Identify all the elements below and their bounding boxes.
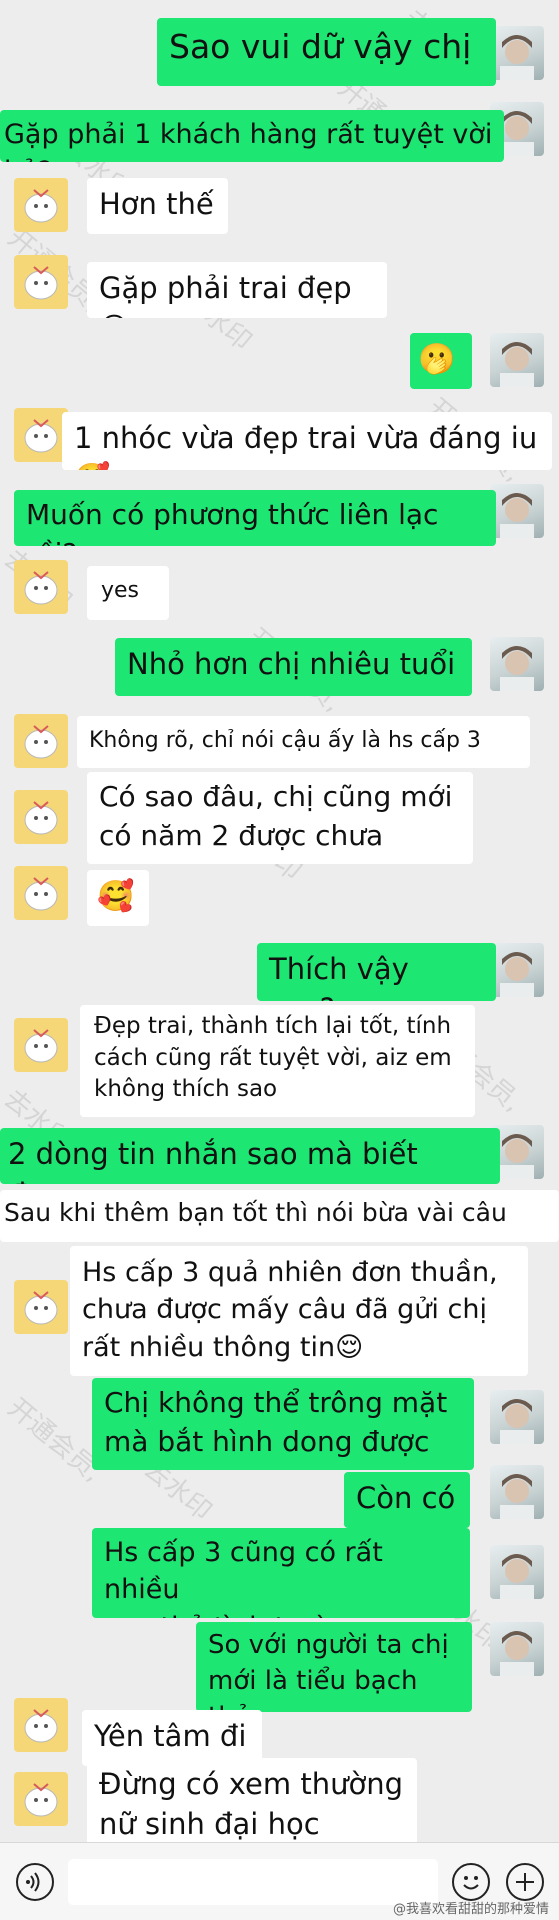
contact-avatar[interactable] <box>14 1018 68 1072</box>
contact-avatar[interactable] <box>14 1772 68 1826</box>
my-avatar[interactable] <box>490 1390 544 1444</box>
message-bubble-received[interactable]: Sau khi thêm bạn tốt thì nói bừa vài câu <box>0 1190 559 1242</box>
message-bubble-sent[interactable]: 🫢 <box>410 333 472 389</box>
message-bubble-sent[interactable]: So với người ta chị mới là tiểu bạch thỏ <box>196 1622 472 1712</box>
message-bubble-sent[interactable]: Chị không thể trông mặt mà bắt hình dong… <box>92 1378 474 1470</box>
message-bubble-received[interactable]: Không rõ, chỉ nói cậu ấy là hs cấp 3 <box>77 716 530 768</box>
message-bubble-received[interactable]: Gặp phải trai đẹp😌 <box>87 262 387 318</box>
message-bubble-sent[interactable]: Hs cấp 3 cũng có rất nhiều cao thủ tình … <box>92 1528 470 1618</box>
contact-avatar[interactable] <box>14 408 68 462</box>
voice-icon[interactable] <box>16 1863 54 1901</box>
message-bubble-received[interactable]: Hs cấp 3 quả nhiên đơn thuần, chưa được … <box>70 1246 528 1376</box>
message-bubble-sent[interactable]: Gặp phải 1 khách hàng rất tuyệt vời hả? <box>0 110 504 162</box>
chat-area[interactable]: 去水印 开通会员, 去水印 开通会员, 去水印 开通会员, 去水印 开通会员, … <box>0 0 559 1850</box>
message-bubble-sent[interactable]: Sao vui dữ vậy chị <box>157 18 496 86</box>
message-bubble-received[interactable]: 🥰 <box>87 870 149 926</box>
message-bubble-received[interactable]: Hơn thế <box>87 178 228 234</box>
contact-avatar[interactable] <box>14 866 68 920</box>
message-bubble-sent[interactable]: Nhỏ hơn chị nhiêu tuổi <box>115 638 472 696</box>
my-avatar[interactable] <box>490 943 544 997</box>
my-avatar[interactable] <box>490 26 544 80</box>
message-bubble-sent[interactable]: 2 dòng tin nhắn sao mà biết được <box>0 1128 500 1184</box>
my-avatar[interactable] <box>490 333 544 387</box>
message-bubble-received[interactable]: Có sao đâu, chị cũng mới có năm 2 được c… <box>87 772 473 864</box>
contact-avatar[interactable] <box>14 255 68 309</box>
my-avatar[interactable] <box>490 1465 544 1519</box>
my-avatar[interactable] <box>490 637 544 691</box>
contact-avatar[interactable] <box>14 1280 68 1334</box>
contact-avatar[interactable] <box>14 1698 68 1752</box>
my-avatar[interactable] <box>490 1622 544 1676</box>
contact-avatar[interactable] <box>14 714 68 768</box>
message-bubble-sent[interactable]: Thích vậy sao? <box>257 943 496 1001</box>
credit-text: @我喜欢看甜甜的那种爱情 <box>392 1902 549 1917</box>
my-avatar[interactable] <box>490 484 544 538</box>
contact-avatar[interactable] <box>14 560 68 614</box>
my-avatar[interactable] <box>490 1545 544 1599</box>
contact-avatar[interactable] <box>14 178 68 232</box>
message-bubble-sent[interactable]: Còn có <box>344 1472 470 1528</box>
contact-avatar[interactable] <box>14 790 68 844</box>
message-bubble-received[interactable]: 1 nhóc vừa đẹp trai vừa đáng iu🥰 <box>62 412 552 470</box>
message-input[interactable] <box>68 1859 438 1905</box>
message-bubble-received[interactable]: Đừng có xem thường nữ sinh đại học <box>87 1758 417 1850</box>
emoji-icon[interactable] <box>452 1863 490 1901</box>
plus-icon[interactable] <box>506 1863 544 1901</box>
message-bubble-received[interactable]: yes <box>87 566 169 620</box>
message-bubble-sent[interactable]: Muốn có phương thức liên lạc rồi? <box>14 490 496 546</box>
message-bubble-received[interactable]: Đẹp trai, thành tích lại tốt, tính cách … <box>80 1005 475 1117</box>
